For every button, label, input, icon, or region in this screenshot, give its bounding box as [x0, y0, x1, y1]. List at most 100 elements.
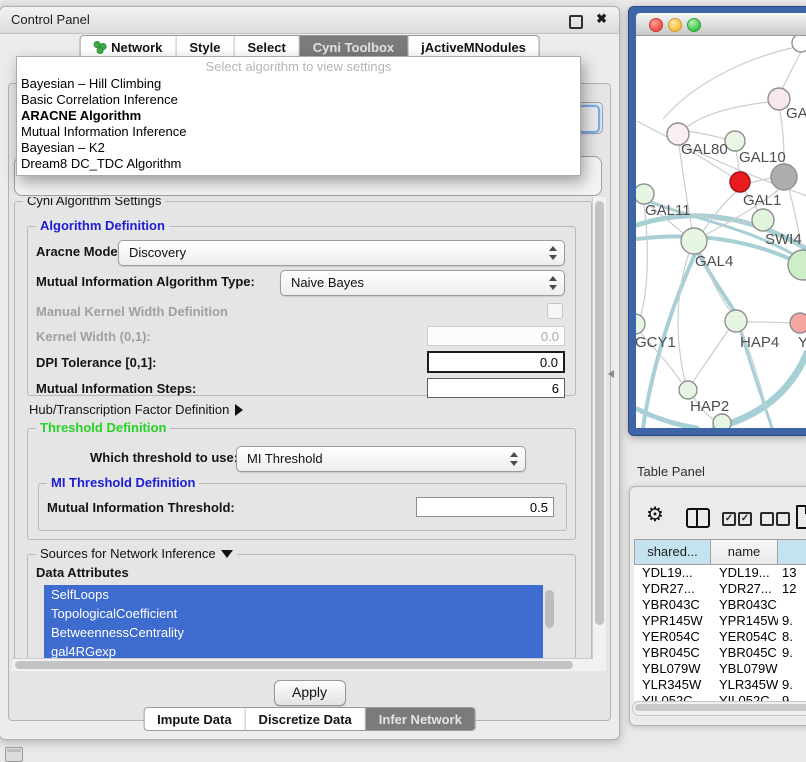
network-node[interactable] — [725, 131, 745, 151]
table-cell: YBL079W — [634, 661, 711, 677]
mi-threshold-definition-group: MI Threshold Definition Mutual Informati… — [38, 483, 567, 531]
unchecked-checkbox-icon[interactable] — [776, 512, 790, 526]
sources-toggle[interactable]: Sources for Network Inference — [36, 547, 237, 561]
mi-type-value: Naive Bayes — [291, 275, 364, 290]
table-row[interactable]: YBR043CYBR043C — [634, 597, 806, 613]
network-node[interactable] — [713, 414, 731, 428]
list-scrollbar[interactable] — [543, 585, 556, 663]
close-icon[interactable]: ✖ — [596, 11, 607, 27]
table-row[interactable]: YBL079WYBL079W — [634, 661, 806, 677]
network-node[interactable] — [771, 164, 797, 190]
node-label-gcy1: GCY1 — [636, 334, 676, 351]
dropdown-item-basic-correlation-inference[interactable]: Basic Correlation Inference — [17, 92, 580, 108]
column-layout-icon[interactable] — [686, 508, 710, 528]
bottom-tab-impute-data[interactable]: Impute Data — [144, 708, 245, 730]
table-cell: YIL052C — [711, 693, 778, 701]
table-body: YDL19...YDL19...13YDR27...YDR27...12YBR0… — [634, 565, 806, 701]
table-cell: YDL19... — [634, 565, 711, 581]
dropdown-item-bayesian-k2[interactable]: Bayesian – K2 — [17, 140, 580, 156]
node-label-gal11: GAL11 — [645, 202, 691, 219]
settings-vertical-scrollbar[interactable] — [592, 197, 606, 671]
collapsed-arrow-icon — [235, 404, 243, 416]
network-node[interactable] — [636, 184, 654, 204]
table-row[interactable]: YDR27...YDR27...12 — [634, 581, 806, 597]
table-cell: YDR27... — [711, 581, 778, 597]
tab-cyni-toolbox[interactable]: Cyni Toolbox — [300, 36, 408, 58]
table-cell: YER054C — [634, 629, 711, 645]
network-node[interactable] — [725, 310, 747, 332]
bottom-tab-infer-network[interactable]: Infer Network — [366, 708, 475, 730]
tab-network[interactable]: Network — [80, 36, 176, 58]
network-tab-icon — [93, 41, 106, 54]
hub-section-toggle[interactable]: Hub/Transcription Factor Definition — [29, 402, 243, 417]
float-window-icon[interactable] — [569, 15, 583, 29]
network-node[interactable] — [790, 313, 806, 333]
tab-label: jActiveMNodules — [421, 40, 526, 55]
network-node[interactable] — [752, 209, 774, 231]
column-header-shared-name[interactable]: shared... — [634, 539, 711, 565]
dropdown-item-bayesian-hill-climbing[interactable]: Bayesian – Hill Climbing — [17, 76, 580, 92]
network-node[interactable] — [730, 172, 750, 192]
network-node[interactable] — [679, 381, 697, 399]
data-attributes-list: SelfLoopsTopologicalCoefficientBetweenne… — [44, 585, 556, 663]
table-row[interactable]: YER054CYER054C8. — [634, 629, 806, 645]
panel-splitter-handle[interactable] — [608, 370, 614, 378]
tab-label: Style — [189, 40, 220, 55]
table-row[interactable]: YLR345WYLR345W9. — [634, 677, 806, 693]
settings-scrollpane: Cyni Algorithm Settings Algorithm Defini… — [12, 197, 606, 671]
tab-style[interactable]: Style — [176, 36, 234, 58]
tab-jactivemnodules[interactable]: jActiveMNodules — [408, 36, 539, 58]
zoom-traffic-light[interactable] — [687, 18, 701, 32]
tab-select[interactable]: Select — [234, 36, 299, 58]
dropdown-item-aracne-algorithm[interactable]: ARACNE Algorithm — [17, 108, 580, 124]
kernel-width-field[interactable] — [427, 326, 565, 346]
mi-threshold-field[interactable] — [416, 497, 554, 517]
node-label-gal10: GAL10 — [739, 149, 786, 166]
checked-checkbox-icon[interactable]: ✓ — [722, 512, 736, 526]
document-icon[interactable] — [796, 505, 806, 529]
dpi-tolerance-field[interactable] — [427, 351, 565, 373]
column-header-partial[interactable] — [778, 539, 806, 565]
network-node[interactable] — [681, 228, 707, 254]
table-row[interactable]: YPR145WYPR145W9. — [634, 613, 806, 629]
table-cell — [778, 661, 806, 677]
apply-button[interactable]: Apply — [274, 680, 346, 706]
tab-label: Impute Data — [157, 712, 231, 727]
table-horizontal-scrollbar[interactable] — [632, 701, 806, 716]
attribute-item-topologicalcoefficient[interactable]: TopologicalCoefficient — [44, 604, 556, 623]
focus-ring — [578, 105, 600, 133]
close-traffic-light[interactable] — [649, 18, 663, 32]
minimize-traffic-light[interactable] — [668, 18, 682, 32]
gear-icon[interactable]: ⚙ — [646, 504, 664, 526]
which-threshold-combobox[interactable]: MI Threshold — [236, 446, 526, 472]
mi-type-combobox[interactable]: Naive Bayes — [280, 270, 565, 296]
network-window-titlebar[interactable] — [636, 13, 806, 36]
sources-group: Sources for Network Inference Data Attri… — [27, 554, 576, 671]
dropdown-item-mutual-information-inference[interactable]: Mutual Information Inference — [17, 124, 580, 140]
table-row[interactable]: YDL19...YDL19...13 — [634, 565, 806, 581]
network-node[interactable] — [636, 314, 645, 334]
attribute-item-selfloops[interactable]: SelfLoops — [44, 585, 556, 604]
aracne-mode-combobox[interactable]: Discovery — [118, 240, 565, 266]
mi-steps-field[interactable] — [427, 378, 565, 398]
network-node[interactable] — [792, 36, 806, 52]
window-title: Control Panel — [11, 12, 90, 27]
table-cell: 13 — [778, 565, 806, 581]
mi-threshold-label: Mutual Information Threshold: — [47, 500, 235, 515]
manual-kernel-checkbox[interactable] — [547, 303, 563, 319]
attribute-item-betweennesscentrality[interactable]: BetweennessCentrality — [44, 623, 556, 642]
cyni-toolbox-content: Cyni Algorithm Settings Algorithm Defini… — [8, 83, 611, 721]
bottom-tab-discretize-data[interactable]: Discretize Data — [246, 708, 366, 730]
unchecked-checkbox-icon[interactable] — [760, 512, 774, 526]
table-row[interactable]: YIL052CYIL052C9. — [634, 693, 806, 701]
node-label-gal: GAL — [786, 105, 806, 122]
minimized-window-icon[interactable] — [5, 747, 23, 762]
dropdown-item-dream8-dc-tdc-algorithm[interactable]: Dream8 DC_TDC Algorithm — [17, 156, 580, 172]
table-row[interactable]: YBR045CYBR045C9. — [634, 645, 806, 661]
checked-checkbox-icon[interactable]: ✓ — [738, 512, 752, 526]
network-canvas[interactable]: GALGAL80GAL10GAL1GAL11SWI4GAL4GCY1HAP4YH… — [636, 36, 806, 428]
table-cell: YDR27... — [634, 581, 711, 597]
group-title: Algorithm Definition — [36, 219, 169, 233]
column-header-name[interactable]: name — [711, 539, 778, 565]
settings-horizontal-scrollbar[interactable] — [12, 658, 593, 671]
